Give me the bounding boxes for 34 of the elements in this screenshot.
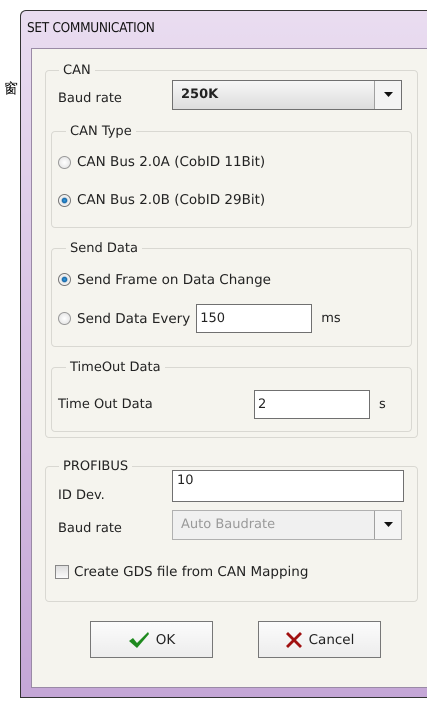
group-title: Send Data (69, 241, 139, 256)
field-label: Time Out Data (58, 396, 154, 412)
radio-button[interactable] (58, 312, 71, 325)
unit-label: s (379, 396, 386, 412)
dropdown-arrow-icon (384, 92, 392, 97)
radio-button[interactable] (58, 273, 71, 286)
cross-icon (284, 630, 303, 648)
checkbox[interactable] (55, 565, 69, 579)
cancel-button[interactable]: Cancel (258, 621, 381, 658)
unit-label: ms (321, 311, 341, 326)
baud-rate-dropdown: Auto Baudrate (172, 510, 402, 540)
group-title: TimeOut Data (69, 360, 162, 375)
background-text: 窗 (4, 80, 18, 98)
field-label: Baud rate (58, 90, 123, 106)
checkmark-icon (128, 630, 150, 648)
radio-label[interactable]: Send Frame on Data Change (77, 272, 271, 288)
window-title: SET COMMUNICATION (27, 19, 156, 38)
input-field[interactable]: 150 (196, 304, 312, 333)
input-field[interactable]: 2 (254, 390, 370, 418)
ok-button[interactable]: OK (90, 621, 213, 658)
field-label: Baud rate (58, 520, 123, 536)
field-label: ID Dev. (58, 486, 106, 502)
dropdown-arrow-icon (384, 522, 392, 527)
checkbox-label[interactable]: Create GDS file from CAN Mapping (74, 564, 308, 580)
input-field[interactable]: 10 (172, 470, 404, 502)
group-title: PROFIBUS (62, 459, 130, 474)
radio-button[interactable] (58, 156, 71, 168)
group-title: CAN Type (69, 124, 133, 139)
radio-label[interactable]: CAN Bus 2.0B (CobID 29Bit) (77, 192, 266, 208)
radio-label[interactable]: CAN Bus 2.0A (CobID 11Bit) (77, 154, 266, 170)
baud-rate-dropdown[interactable]: 250K (172, 80, 402, 110)
radio-label[interactable]: Send Data Every (77, 310, 190, 326)
radio-button[interactable] (58, 194, 71, 206)
group-title: CAN (62, 63, 92, 78)
